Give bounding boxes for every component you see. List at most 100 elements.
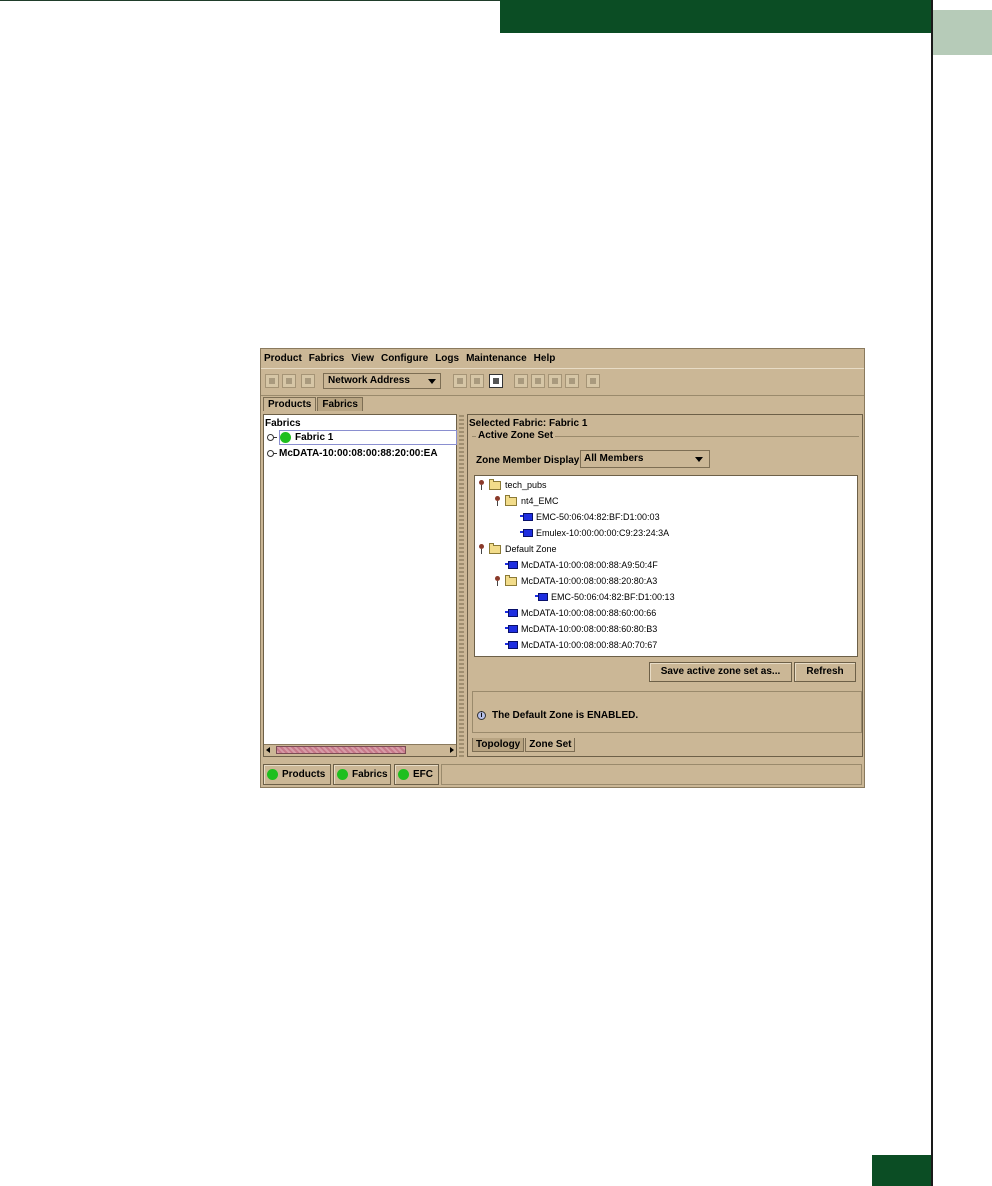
status-ok-icon (398, 769, 409, 780)
expand-pin-icon[interactable] (494, 575, 501, 587)
zone-member-display-select[interactable]: All Members (580, 450, 710, 468)
default-zone-status: The Default Zone is ENABLED. (492, 710, 639, 721)
device-port-icon (520, 529, 533, 537)
export-icon[interactable] (301, 374, 315, 388)
zoom-out-icon[interactable] (565, 374, 579, 388)
zone-member-label: EMC-50:06:04:82:BF:D1:00:13 (551, 592, 675, 602)
page-corner-tab (933, 10, 992, 55)
status-bar: Products Fabrics EFC (261, 761, 864, 787)
zoom-icon[interactable] (531, 374, 545, 388)
tab-products[interactable]: Products (263, 397, 317, 411)
device-port-icon (505, 625, 518, 633)
expand-pin-icon[interactable] (478, 543, 485, 555)
zone-member-label: McDATA-10:00:08:00:88:A9:50:4F (521, 560, 658, 570)
expand-pin-icon[interactable] (478, 479, 485, 491)
expand-handle-icon[interactable] (267, 434, 277, 441)
menu-view[interactable]: View (351, 353, 374, 364)
zone-label: nt4_EMC (521, 496, 559, 506)
scroll-thumb[interactable] (276, 746, 406, 754)
view-tabs: Products Fabrics (263, 397, 364, 411)
topology-icon[interactable] (514, 374, 528, 388)
page-side-rule (931, 0, 933, 1186)
zone-member-label: EMC-50:06:04:82:BF:D1:00:03 (536, 512, 660, 522)
new-icon[interactable] (265, 374, 279, 388)
menu-bar: Product Fabrics View Configure Logs Main… (261, 349, 864, 368)
page-top-rule (0, 0, 500, 1)
zone-member-label: McDATA-10:00:08:00:88:60:80:B3 (521, 624, 658, 634)
zone-member[interactable]: Emulex-10:00:00:00:C9:23:24:3A (520, 526, 670, 540)
device-port-icon (505, 609, 518, 617)
device-port-icon (505, 561, 518, 569)
folder-icon (505, 574, 517, 586)
zone-member[interactable]: McDATA-10:00:08:00:88:A0:70:67 (505, 638, 658, 652)
zone-member[interactable]: McDATA-10:00:08:00:88:60:80:B3 (505, 622, 658, 636)
toolbar: Network Address (261, 368, 864, 396)
fabrics-list-pane: Fabrics Fabric 1 McDATA-10:00:08:00:88:2… (263, 414, 457, 757)
network-address-combo[interactable]: Network Address (323, 373, 441, 389)
expand-pin-icon[interactable] (494, 495, 501, 507)
zone-label: McDATA-10:00:08:00:88:20:80:A3 (521, 576, 658, 586)
zone-tree: tech_pubs nt4_EMC EMC-50:06:04:82:BF:D1:… (474, 475, 858, 657)
expand-handle-icon[interactable] (267, 450, 277, 457)
zone-item[interactable]: Default Zone (478, 542, 557, 556)
zone-member[interactable]: EMC-50:06:04:82:BF:D1:00:13 (535, 590, 675, 604)
active-zone-set-title: Active Zone Set (476, 430, 556, 441)
info-icon: i (477, 711, 486, 720)
scroll-right-icon[interactable] (450, 747, 454, 753)
chevron-down-icon (695, 457, 703, 462)
zone-member-label: McDATA-10:00:08:00:88:60:00:66 (521, 608, 657, 618)
fit-icon[interactable] (586, 374, 600, 388)
refresh-button[interactable]: Refresh (794, 662, 856, 682)
fabrics-status-button[interactable]: Fabrics (333, 764, 391, 785)
zone-member-label: McDATA-10:00:08:00:88:A0:70:67 (521, 640, 658, 650)
menu-logs[interactable]: Logs (435, 353, 459, 364)
zone-item[interactable]: tech_pubs (478, 478, 547, 492)
zoom-in-icon[interactable] (548, 374, 562, 388)
status-ok-icon (280, 432, 291, 443)
tree-expand-fabric-1[interactable] (267, 431, 279, 444)
pane-splitter[interactable] (459, 414, 464, 757)
fabric-view-icon[interactable] (489, 374, 503, 388)
folder-icon (505, 494, 517, 506)
save-icon[interactable] (453, 374, 467, 388)
zone-member-display-value: All Members (584, 453, 644, 464)
tab-zone-set[interactable]: Zone Set (525, 738, 576, 752)
zone-member[interactable]: McDATA-10:00:08:00:88:A9:50:4F (505, 558, 658, 572)
save-active-zone-set-button[interactable]: Save active zone set as... (649, 662, 792, 682)
fabrics-list-title: Fabrics (265, 418, 301, 429)
menu-configure[interactable]: Configure (381, 353, 428, 364)
status-box: i The Default Zone is ENABLED. (472, 691, 862, 733)
zone-member[interactable]: EMC-50:06:04:82:BF:D1:00:03 (520, 510, 660, 524)
status-ok-icon (337, 769, 348, 780)
efc-status-button[interactable]: EFC (394, 764, 439, 785)
efc-manager-window: Product Fabrics View Configure Logs Main… (260, 348, 865, 788)
zone-set-pane: Selected Fabric: Fabric 1 Active Zone Se… (467, 414, 863, 757)
menu-help[interactable]: Help (534, 353, 556, 364)
zone-label: Default Zone (505, 544, 557, 554)
zone-member-label: Emulex-10:00:00:00:C9:23:24:3A (536, 528, 670, 538)
zone-item[interactable]: McDATA-10:00:08:00:88:20:80:A3 (494, 574, 657, 588)
products-status-button[interactable]: Products (263, 764, 331, 785)
delete-icon[interactable] (470, 374, 484, 388)
tab-topology[interactable]: Topology (472, 738, 525, 752)
status-bar-message-area (441, 764, 862, 785)
menu-maintenance[interactable]: Maintenance (466, 353, 527, 364)
fabric-1-item[interactable]: Fabric 1 (279, 430, 457, 445)
open-icon[interactable] (282, 374, 296, 388)
fabric-mcdata-item[interactable]: McDATA-10:00:08:00:88:20:00:EA (267, 447, 438, 460)
fabric-mcdata-label: McDATA-10:00:08:00:88:20:00:EA (279, 448, 438, 459)
device-port-icon (520, 513, 533, 521)
tab-fabrics[interactable]: Fabrics (317, 397, 363, 411)
menu-fabrics[interactable]: Fabrics (309, 353, 345, 364)
page-footer-block (872, 1155, 931, 1186)
network-address-value: Network Address (328, 375, 410, 386)
horizontal-scrollbar[interactable] (264, 744, 456, 756)
zone-member[interactable]: McDATA-10:00:08:00:88:60:00:66 (505, 606, 657, 620)
zone-member-display-label: Zone Member Display (476, 455, 580, 466)
zone-item[interactable]: nt4_EMC (494, 494, 559, 508)
scroll-left-icon[interactable] (266, 747, 270, 753)
menu-product[interactable]: Product (264, 353, 302, 364)
page-header-band (500, 0, 931, 33)
device-port-icon (505, 641, 518, 649)
chevron-down-icon (428, 379, 436, 384)
